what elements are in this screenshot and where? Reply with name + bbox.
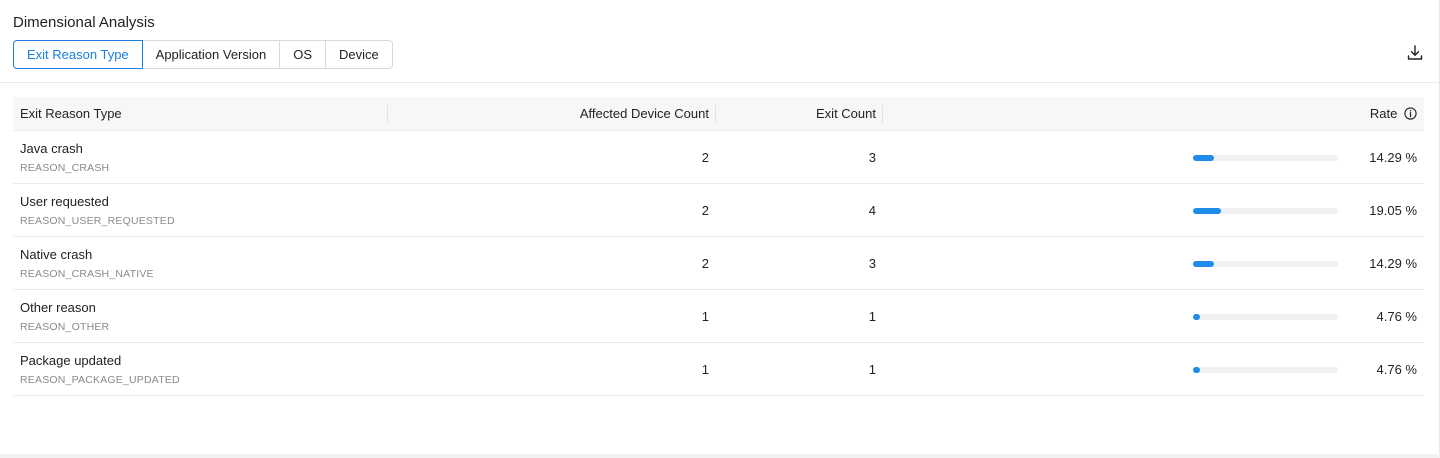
exit-reason-code: REASON_CRASH_NATIVE — [20, 268, 154, 280]
exit-reason-table: Exit Reason Type Affected Device Count E… — [13, 97, 1424, 396]
dimension-tabs: Exit Reason Type Application Version OS … — [13, 40, 393, 69]
affected-device-count: 2 — [701, 203, 709, 218]
rate-bar-fill — [1193, 367, 1200, 373]
tab-exit-reason-type[interactable]: Exit Reason Type — [13, 40, 143, 69]
affected-device-count: 2 — [701, 150, 709, 165]
rate-value: 14.29 % — [1369, 150, 1417, 165]
rate-bar-track — [1193, 314, 1338, 320]
rate-bar-track — [1193, 155, 1338, 161]
exit-count: 1 — [868, 309, 876, 324]
table-row[interactable]: Package updated REASON_PACKAGE_UPDATED 1 1 4… — [13, 343, 1424, 396]
affected-device-count: 2 — [701, 256, 709, 271]
exit-count: 4 — [868, 203, 876, 218]
rate-bar-fill — [1193, 155, 1214, 161]
rate-bar-track — [1193, 208, 1338, 214]
exit-reason-code: REASON_CRASH — [20, 162, 110, 174]
rate-value: 4.76 % — [1376, 362, 1417, 377]
table-row[interactable]: Other reason REASON_OTHER 1 1 4.76 % — [13, 290, 1424, 343]
exit-reason-code: REASON_PACKAGE_UPDATED — [20, 374, 180, 386]
tab-application-version[interactable]: Application Version — [142, 40, 281, 69]
table-row[interactable]: Native crash REASON_CRASH_NATIVE 2 3 14.29 % — [13, 237, 1424, 290]
header-exit-count[interactable]: Exit Count — [816, 97, 876, 130]
table-row[interactable]: Java crash REASON_CRASH 2 3 14.29 % — [13, 131, 1424, 184]
column-divider — [387, 105, 388, 123]
header-divider — [0, 82, 1440, 83]
exit-reason-code: REASON_OTHER — [20, 321, 110, 333]
affected-device-count: 1 — [701, 309, 709, 324]
table-row[interactable]: User requested REASON_USER_REQUESTED 2 4 19.… — [13, 184, 1424, 237]
column-divider — [715, 105, 716, 123]
rate-bar-fill — [1193, 208, 1221, 214]
exit-count: 3 — [868, 256, 876, 271]
exit-reason-name: User requested — [20, 194, 109, 209]
exit-reason-name: Package updated — [20, 353, 122, 368]
header-affected-device-count[interactable]: Affected Device Count — [580, 97, 709, 130]
header-exit-reason-type[interactable]: Exit Reason Type — [20, 97, 122, 130]
header-rate[interactable]: Rate — [1370, 97, 1417, 130]
bottom-strip — [0, 454, 1440, 458]
tab-device[interactable]: Device — [326, 40, 393, 69]
header-rate-label: Rate — [1369, 106, 1398, 121]
rate-bar-track — [1193, 367, 1338, 373]
download-icon[interactable] — [1406, 44, 1424, 62]
info-icon[interactable] — [1404, 99, 1417, 132]
rate-value: 14.29 % — [1369, 256, 1417, 271]
tab-os[interactable]: OS — [280, 40, 327, 69]
exit-reason-name: Native crash — [20, 247, 93, 262]
exit-count: 1 — [868, 362, 876, 377]
rate-bar-fill — [1193, 314, 1200, 320]
exit-reason-name: Java crash — [20, 141, 83, 156]
rate-value: 19.05 % — [1369, 203, 1417, 218]
affected-device-count: 1 — [701, 362, 709, 377]
exit-reason-code: REASON_USER_REQUESTED — [20, 215, 175, 227]
table-header: Exit Reason Type Affected Device Count E… — [13, 97, 1424, 131]
rate-bar-track — [1193, 261, 1338, 267]
exit-reason-name: Other reason — [20, 300, 96, 315]
dimensional-analysis-panel: Dimensional Analysis Exit Reason Type Ap… — [0, 0, 1440, 458]
panel-title: Dimensional Analysis — [13, 14, 155, 31]
column-divider — [882, 105, 883, 123]
exit-count: 3 — [868, 150, 876, 165]
rate-value: 4.76 % — [1376, 309, 1417, 324]
rate-bar-fill — [1193, 261, 1214, 267]
